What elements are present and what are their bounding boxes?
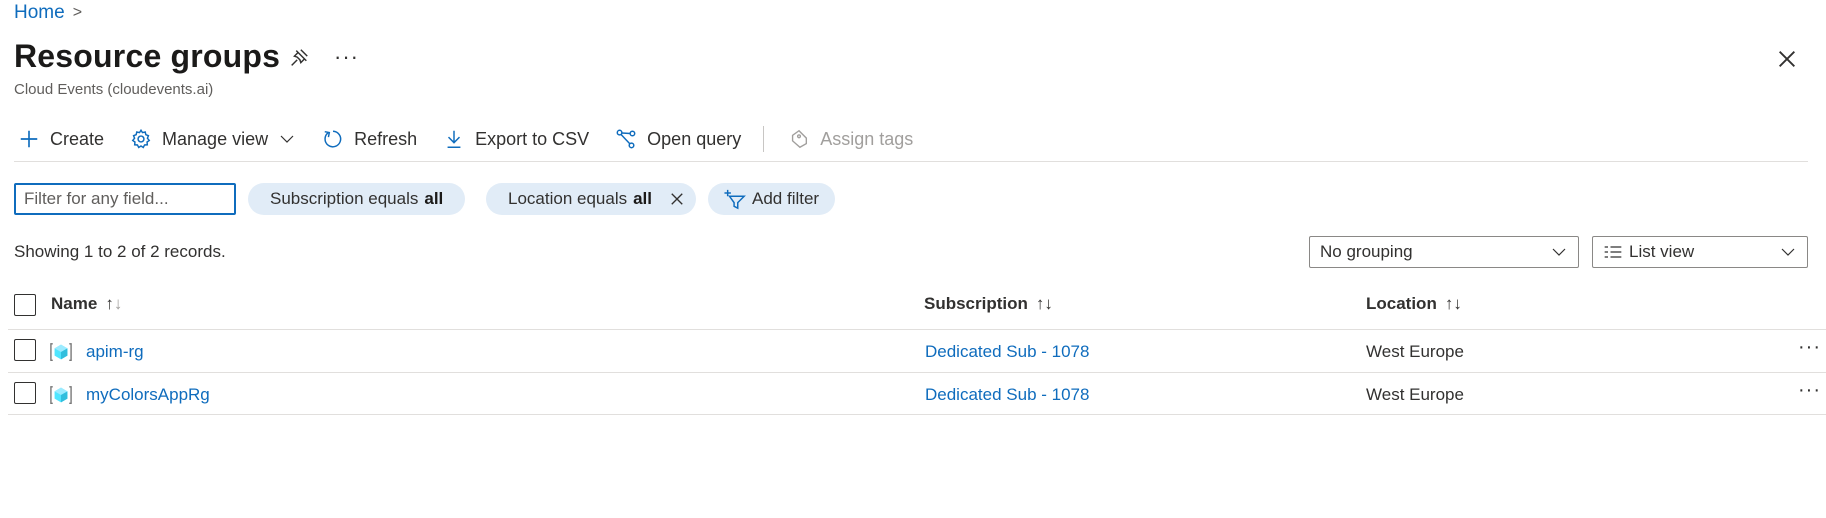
row-divider [8, 414, 1826, 415]
refresh-icon [324, 130, 342, 148]
export-csv-label: Export to CSV [475, 128, 590, 149]
breadcrumb-home-link[interactable]: Home [14, 2, 65, 24]
header-divider [8, 329, 1826, 330]
close-icon[interactable] [1776, 48, 1798, 70]
column-header-subscription[interactable]: Subscription ↑↓ [924, 294, 1053, 314]
toolbar-divider [763, 126, 765, 152]
download-icon [447, 130, 461, 148]
query-icon [616, 129, 636, 149]
sort-icon: ↑↓ [105, 294, 123, 313]
remove-filter-icon[interactable] [668, 190, 686, 208]
open-query-button[interactable]: Open query [615, 128, 741, 150]
filter-input[interactable] [14, 183, 236, 215]
grouping-dropdown[interactable]: No grouping [1309, 236, 1579, 268]
chevron-down-icon [1552, 248, 1566, 256]
create-button[interactable]: Create [18, 128, 104, 150]
row-subscription-link[interactable]: Dedicated Sub - 1078 [925, 342, 1089, 362]
grouping-value: No grouping [1320, 242, 1413, 261]
page-subtitle: Cloud Events (cloudevents.ai) [14, 81, 214, 98]
row-checkbox[interactable] [14, 339, 36, 361]
sort-icon: ↑↓ [1035, 294, 1053, 313]
add-filter-label: Add filter [752, 189, 820, 208]
row-name-link[interactable]: apim-rg [86, 342, 144, 362]
select-all-checkbox[interactable] [14, 294, 36, 316]
column-name-label: Name [51, 294, 98, 313]
breadcrumb-chevron-icon: > [72, 4, 83, 21]
column-location-label: Location [1366, 294, 1437, 313]
assign-tags-button[interactable]: Assign tags [788, 128, 913, 150]
more-options-icon[interactable]: ··· [334, 44, 359, 70]
breadcrumb: Home > [14, 2, 82, 24]
row-name-link[interactable]: myColorsAppRg [86, 385, 210, 405]
toolbar-divider-line [14, 161, 1808, 162]
location-filter-value: all [633, 189, 652, 208]
gear-icon [131, 128, 151, 149]
row-checkbox[interactable] [14, 382, 36, 404]
open-query-label: Open query [647, 128, 742, 149]
resource-group-icon [50, 386, 72, 404]
refresh-button[interactable]: Refresh [322, 128, 417, 150]
column-header-location[interactable]: Location ↑↓ [1366, 294, 1462, 314]
export-csv-button[interactable]: Export to CSV [443, 128, 589, 150]
add-filter-icon [724, 189, 746, 210]
refresh-label: Refresh [354, 128, 418, 149]
subscription-filter-pill[interactable]: Subscription equals all [248, 183, 466, 215]
command-bar: Create Manage view Refresh Export to CSV… [18, 124, 939, 154]
view-dropdown[interactable]: List view [1592, 236, 1808, 268]
chevron-down-icon [280, 135, 294, 143]
location-filter-label: Location equals [508, 189, 628, 208]
assign-tags-label: Assign tags [820, 128, 914, 149]
manage-view-label: Manage view [162, 128, 269, 149]
list-view-icon [1604, 246, 1622, 258]
location-filter-pill[interactable]: Location equals all [486, 183, 696, 215]
column-header-name[interactable]: Name ↑↓ [51, 294, 122, 314]
add-filter-button[interactable]: Add filter [708, 183, 836, 215]
row-more-icon[interactable]: ··· [1798, 336, 1821, 359]
sort-icon: ↑↓ [1444, 294, 1462, 313]
view-value: List view [1629, 242, 1695, 261]
row-location: West Europe [1366, 342, 1464, 361]
page-title: Resource groups [14, 38, 281, 74]
subscription-filter-label: Subscription equals [270, 189, 419, 208]
column-subscription-label: Subscription [924, 294, 1028, 313]
row-divider [8, 372, 1826, 373]
resource-group-icon [50, 343, 72, 361]
subscription-filter-value: all [424, 189, 444, 208]
row-location: West Europe [1366, 385, 1464, 404]
chevron-down-icon [1781, 248, 1795, 256]
plus-icon [20, 130, 38, 148]
pin-icon[interactable] [288, 47, 310, 69]
tag-icon [792, 129, 808, 149]
row-more-icon[interactable]: ··· [1798, 379, 1821, 402]
manage-view-button[interactable]: Manage view [130, 128, 296, 150]
row-subscription-link[interactable]: Dedicated Sub - 1078 [925, 385, 1089, 405]
records-count: Showing 1 to 2 of 2 records. [14, 242, 226, 261]
create-label: Create [50, 128, 105, 149]
